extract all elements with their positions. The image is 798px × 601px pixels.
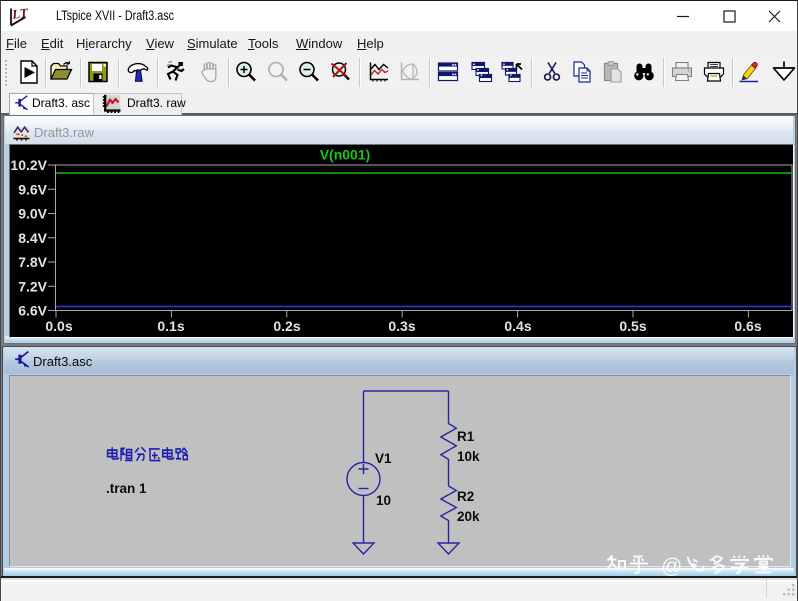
- svg-text:0.6s: 0.6s: [734, 318, 761, 334]
- svg-text:R2: R2: [457, 489, 474, 504]
- svg-text:10: 10: [376, 493, 391, 508]
- svg-text:10.2V: 10.2V: [10, 157, 47, 173]
- svg-text:20k: 20k: [457, 509, 480, 524]
- svg-text:0.0s: 0.0s: [45, 318, 72, 334]
- svg-text:V(n001): V(n001): [320, 147, 371, 163]
- svg-text:V1: V1: [375, 451, 392, 466]
- svg-text:0.2s: 0.2s: [273, 318, 300, 334]
- svg-text:0.4s: 0.4s: [504, 318, 531, 334]
- svg-text:7.2V: 7.2V: [18, 278, 47, 294]
- svg-text:9.0V: 9.0V: [18, 206, 47, 222]
- svg-text:10k: 10k: [457, 449, 480, 464]
- svg-text:7.8V: 7.8V: [18, 254, 47, 270]
- svg-text:@: @: [661, 555, 682, 578]
- svg-text:0.5s: 0.5s: [619, 318, 646, 334]
- svg-text:.tran 1: .tran 1: [106, 481, 147, 496]
- svg-text:0.1s: 0.1s: [157, 318, 184, 334]
- svg-text:8.4V: 8.4V: [18, 230, 47, 246]
- svg-text:LT: LT: [10, 5, 29, 22]
- svg-text:0.3s: 0.3s: [388, 318, 415, 334]
- svg-text:9.6V: 9.6V: [18, 181, 47, 197]
- svg-text:6.6V: 6.6V: [18, 303, 47, 319]
- svg-text:R1: R1: [457, 429, 475, 444]
